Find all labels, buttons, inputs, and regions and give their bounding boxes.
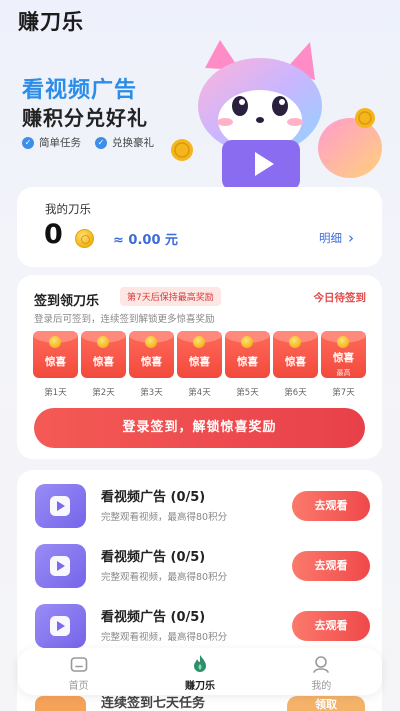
hero-tag: ✓ 简单任务 — [22, 135, 81, 150]
signin-title: 签到领刀乐 — [34, 294, 100, 309]
signin-day[interactable]: 惊喜 第4天 — [177, 331, 222, 398]
red-envelope-icon: 惊喜 — [33, 331, 78, 378]
task-title: 连续签到七天任务 — [101, 696, 206, 711]
detail-label: 明细 — [319, 231, 342, 245]
day-reward: 惊喜 — [285, 356, 306, 368]
day-reward: 惊喜 — [141, 356, 162, 368]
signin-status: 今日待签到 — [313, 292, 367, 304]
task-description: 完整观看视频，最高得80积分 — [101, 572, 228, 583]
red-envelope-icon: 惊喜 — [273, 331, 318, 378]
task-description: 完整观看视频，最高得80积分 — [101, 512, 228, 523]
task-item-partial: 连续签到七天任务 领取 — [35, 696, 365, 711]
day-reward-sub: 最高 — [336, 369, 351, 377]
balance-amount: 0 — [44, 219, 63, 250]
day-label: 第7天 — [332, 388, 355, 398]
red-envelope-icon: 惊喜 最高 — [321, 331, 366, 378]
task-item: 看视频广告 (0/5) 完整观看视频，最高得80积分 去观看 — [35, 604, 370, 648]
home-icon — [70, 657, 87, 672]
watch-button[interactable]: 去观看 — [292, 611, 370, 641]
task-title: 看视频广告 (0/5) — [101, 610, 206, 625]
signin-button[interactable]: 登录签到，解锁惊喜奖励 — [34, 408, 365, 448]
detail-link[interactable]: 明细 › — [319, 229, 354, 247]
claim-button[interactable]: 领取 — [287, 696, 365, 711]
task-item: 看视频广告 (0/5) 完整观看视频，最高得80积分 去观看 — [35, 544, 370, 588]
signin-day[interactable]: 惊喜 第1天 — [33, 331, 78, 398]
coin-icon — [75, 229, 94, 248]
signin-day-row: 惊喜 第1天 惊喜 第2天 惊喜 第3天 惊喜 第4天 惊喜 第5天 惊喜 第6… — [33, 331, 366, 398]
signin-day[interactable]: 惊喜 第6天 — [273, 331, 318, 398]
tab-home[interactable]: 首页 — [18, 648, 139, 695]
task-title: 看视频广告 (0/5) — [101, 490, 206, 505]
video-play-icon — [35, 544, 86, 588]
app-title: 赚刀乐 — [18, 10, 84, 34]
balance-label: 我的刀乐 — [45, 202, 91, 216]
flame-icon — [193, 655, 206, 672]
hero-tag: ✓ 兑换豪礼 — [95, 135, 154, 150]
hero-tag-label: 简单任务 — [39, 137, 81, 149]
day-label: 第1天 — [44, 388, 67, 398]
red-envelope-icon: 惊喜 — [225, 331, 270, 378]
balance-rmb-value: ≈ 0.00 元 — [113, 233, 179, 248]
day-label: 第4天 — [188, 388, 211, 398]
signin-day[interactable]: 惊喜最高 第7天 — [321, 331, 366, 398]
fox-mascot-illustration — [171, 40, 382, 190]
day-reward: 惊喜 — [45, 356, 66, 368]
check-icon: ✓ — [22, 136, 34, 149]
task-item: 看视频广告 (0/5) 完整观看视频，最高得80积分 去观看 — [35, 484, 370, 528]
signin-day[interactable]: 惊喜 第5天 — [225, 331, 270, 398]
check-icon: ✓ — [95, 136, 107, 149]
video-play-icon — [35, 604, 86, 648]
day-reward: 惊喜 — [93, 356, 114, 368]
task-description: 完整观看视频，最高得80积分 — [101, 632, 228, 643]
hero-tag-label: 兑换豪礼 — [112, 137, 154, 149]
tab-earn[interactable]: 赚刀乐 — [139, 648, 260, 695]
red-envelope-icon: 惊喜 — [129, 331, 174, 378]
calendar-icon — [35, 696, 86, 711]
tab-profile[interactable]: 我的 — [261, 648, 382, 695]
signin-badge: 第7天后保持最高奖励 — [120, 287, 221, 306]
day-label: 第6天 — [284, 388, 307, 398]
red-envelope-icon: 惊喜 — [177, 331, 222, 378]
day-reward: 惊喜 — [333, 352, 354, 364]
hero-headline: 看视频广告 — [22, 78, 138, 103]
signin-day[interactable]: 惊喜 第3天 — [129, 331, 174, 398]
red-envelope-icon: 惊喜 — [81, 331, 126, 378]
tab-label: 首页 — [68, 681, 89, 692]
bottom-tab-bar: 首页 赚刀乐 我的 — [18, 648, 382, 695]
watch-button[interactable]: 去观看 — [292, 551, 370, 581]
balance-card: 我的刀乐 0 ≈ 0.00 元 明细 › — [17, 187, 382, 267]
hero-tags: ✓ 简单任务 ✓ 兑换豪礼 — [22, 135, 154, 150]
hero-subheadline: 赚积分兑好礼 — [22, 106, 148, 130]
day-label: 第3天 — [140, 388, 163, 398]
profile-icon — [313, 656, 330, 673]
chevron-right-icon: › — [348, 229, 354, 247]
signin-card: 签到领刀乐 第7天后保持最高奖励 今日待签到 登录后可签到，连续签到解锁更多惊喜… — [17, 275, 382, 459]
task-title: 看视频广告 (0/5) — [101, 550, 206, 565]
tab-label: 我的 — [311, 681, 332, 692]
signin-hint: 登录后可签到，连续签到解锁更多惊喜奖励 — [34, 314, 215, 325]
tab-label: 赚刀乐 — [184, 681, 215, 692]
day-reward: 惊喜 — [237, 356, 258, 368]
signin-day[interactable]: 惊喜 第2天 — [81, 331, 126, 398]
day-reward: 惊喜 — [189, 356, 210, 368]
day-label: 第2天 — [92, 388, 115, 398]
watch-button[interactable]: 去观看 — [292, 491, 370, 521]
day-label: 第5天 — [236, 388, 259, 398]
video-play-icon — [35, 484, 86, 528]
